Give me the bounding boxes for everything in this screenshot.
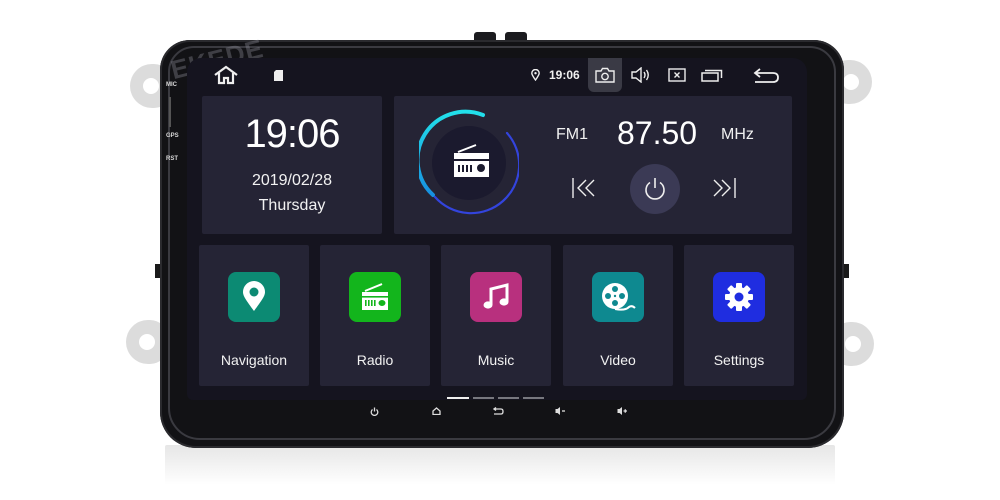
hw-volume-up-key[interactable] bbox=[615, 404, 629, 418]
page-indicator[interactable] bbox=[473, 397, 494, 399]
app-label: Radio bbox=[356, 352, 394, 368]
hw-back-key[interactable] bbox=[491, 404, 505, 418]
app-icon-bg bbox=[470, 272, 522, 322]
app-icon-bg bbox=[349, 272, 401, 322]
seek-forward-icon bbox=[713, 178, 736, 198]
app-label: Settings bbox=[713, 352, 765, 368]
clock-time: 19:06 bbox=[244, 112, 340, 156]
radio-unit: MHz bbox=[721, 126, 754, 143]
app-radio[interactable]: Radio bbox=[320, 245, 430, 386]
hw-home-key[interactable] bbox=[429, 404, 443, 418]
speaker-icon[interactable] bbox=[628, 58, 654, 92]
location-pin-icon bbox=[529, 58, 541, 92]
radio-band[interactable]: FM1 bbox=[556, 126, 588, 144]
gps-label: GPS bbox=[166, 133, 179, 139]
mic-label: MIC bbox=[166, 82, 177, 88]
film-reel-icon bbox=[602, 283, 636, 311]
sd-card-icon bbox=[271, 58, 285, 92]
map-pin-icon bbox=[243, 281, 265, 311]
radio-widget[interactable]: FM1 87.50 MHz bbox=[394, 96, 792, 234]
clock-widget[interactable]: 19:06 2019/02/28 Thursday bbox=[202, 96, 382, 234]
app-icon-bg bbox=[228, 272, 280, 322]
rst-label: RST bbox=[166, 156, 178, 162]
page-indicator[interactable] bbox=[523, 397, 544, 399]
seek-back-icon bbox=[572, 178, 595, 198]
volume-down-icon bbox=[555, 407, 565, 415]
status-time: 19:06 bbox=[549, 68, 580, 82]
music-note-icon bbox=[483, 283, 509, 309]
product-photo: EKEDE MIC GPS RST 19:06 bbox=[0, 0, 1000, 500]
gear-icon bbox=[725, 283, 753, 311]
radio-frequency: 87.50 bbox=[617, 115, 698, 151]
home-icon bbox=[431, 407, 441, 415]
app-video[interactable]: Video bbox=[563, 245, 673, 386]
page-indicator-active[interactable] bbox=[447, 397, 469, 399]
page-indicator[interactable] bbox=[498, 397, 519, 399]
radio-dial[interactable] bbox=[419, 109, 519, 217]
home-icon[interactable] bbox=[211, 58, 241, 92]
camera-icon[interactable] bbox=[592, 58, 618, 92]
seek-forward-button[interactable] bbox=[709, 171, 739, 205]
app-label: Video bbox=[600, 352, 636, 368]
back-arrow-icon[interactable] bbox=[750, 58, 782, 92]
recent-apps-icon[interactable] bbox=[698, 58, 726, 92]
radio-power-button[interactable] bbox=[630, 164, 680, 214]
app-settings[interactable]: Settings bbox=[684, 245, 794, 386]
hw-power-key[interactable] bbox=[367, 404, 381, 418]
volume-up-icon bbox=[617, 407, 627, 415]
app-label: Music bbox=[477, 352, 515, 368]
app-icon-bg bbox=[592, 272, 644, 322]
screen: 19:06 19:06 2019/02/28 Thursday FM1 87.5… bbox=[187, 58, 807, 400]
clock-date: 2019/02/28 bbox=[251, 172, 333, 189]
app-icon-bg bbox=[713, 272, 765, 322]
hw-volume-down-key[interactable] bbox=[553, 404, 567, 418]
reflection bbox=[165, 445, 835, 485]
close-box-icon[interactable] bbox=[664, 58, 690, 92]
power-icon bbox=[645, 178, 665, 200]
app-music[interactable]: Music bbox=[441, 245, 551, 386]
app-label: Navigation bbox=[220, 352, 288, 368]
status-bar: 19:06 bbox=[187, 58, 807, 92]
power-icon bbox=[370, 407, 378, 416]
sd-slot[interactable] bbox=[169, 97, 171, 127]
clock-day: Thursday bbox=[258, 197, 326, 214]
seek-back-button[interactable] bbox=[569, 171, 599, 205]
app-navigation[interactable]: Navigation bbox=[199, 245, 309, 386]
radio-icon bbox=[362, 283, 388, 310]
back-icon bbox=[492, 407, 504, 415]
